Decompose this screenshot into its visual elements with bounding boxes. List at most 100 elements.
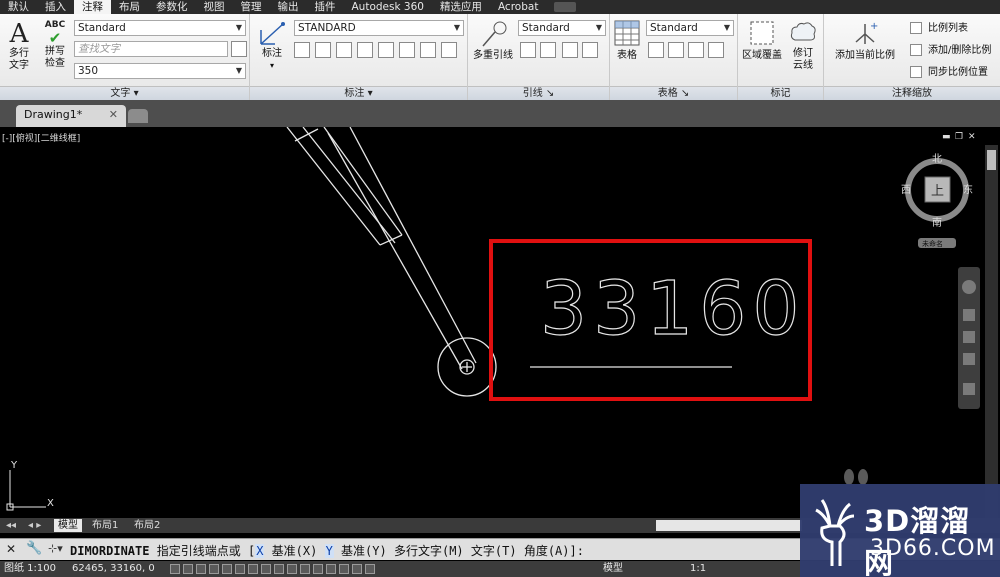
option-y[interactable]: 基准(Y) bbox=[341, 544, 387, 558]
menu-item-5[interactable]: 视图 bbox=[196, 0, 233, 14]
annotation-scale[interactable]: 1:1 bbox=[690, 562, 706, 576]
menu-item-4[interactable]: 参数化 bbox=[148, 0, 196, 14]
new-tab-button[interactable] bbox=[128, 109, 148, 123]
text-panel-title[interactable]: 文字 ▾ bbox=[0, 86, 249, 100]
dim-break-icon[interactable] bbox=[336, 42, 352, 58]
mtext-button[interactable]: A 多行 文字 bbox=[4, 20, 34, 72]
remove-leader-icon[interactable] bbox=[540, 42, 556, 58]
menu-item-9[interactable]: Autodesk 360 bbox=[344, 0, 432, 14]
find-replace-icon[interactable] bbox=[231, 41, 247, 57]
table-link-icon[interactable] bbox=[668, 42, 684, 58]
option-x[interactable]: 基准(X) bbox=[272, 544, 318, 558]
status-toggle-icon-3[interactable] bbox=[209, 564, 219, 574]
tab-model[interactable]: 模型 bbox=[54, 519, 82, 532]
menu-item-8[interactable]: 插件 bbox=[307, 0, 344, 14]
wcs-menu[interactable]: 未命名 bbox=[922, 239, 943, 248]
dim-jog-icon[interactable] bbox=[441, 42, 457, 58]
dim-baseline-icon[interactable] bbox=[294, 42, 310, 58]
horizontal-scrollbar[interactable] bbox=[656, 520, 802, 531]
status-toggle-icon-14[interactable] bbox=[352, 564, 362, 574]
compass-east[interactable]: 东 bbox=[963, 183, 973, 196]
status-toggle-icon-13[interactable] bbox=[339, 564, 349, 574]
option-mtext[interactable]: 多行文字(M) bbox=[394, 544, 464, 558]
sync-scale-position-button[interactable]: 同步比例位置 bbox=[928, 67, 988, 79]
dim-continue-icon[interactable] bbox=[315, 42, 331, 58]
text-height-combo[interactable]: 350 ▼ bbox=[74, 63, 246, 79]
menu-item-11[interactable]: Acrobat bbox=[490, 0, 547, 14]
status-toggle-icon-9[interactable] bbox=[287, 564, 297, 574]
leader-style-combo[interactable]: Standard ▼ bbox=[518, 20, 606, 36]
option-x-key[interactable]: X bbox=[255, 544, 265, 558]
add-leader-icon[interactable] bbox=[520, 42, 536, 58]
status-toggle-icon-6[interactable] bbox=[248, 564, 258, 574]
menu-item-2[interactable]: 注释 bbox=[74, 0, 111, 14]
add-delete-scale-button[interactable]: 添加/删除比例 bbox=[928, 45, 991, 57]
tab-nav-first-icon[interactable]: ◂◂ bbox=[2, 519, 20, 532]
dim-space-icon[interactable] bbox=[378, 42, 394, 58]
spell-check-button[interactable]: ABC ✔ 拼写 检查 bbox=[38, 20, 72, 70]
dim-inspect-icon[interactable] bbox=[399, 42, 415, 58]
table-extract-icon[interactable] bbox=[648, 42, 664, 58]
table-button[interactable]: 表格 bbox=[612, 20, 642, 62]
status-toggle-icon-15[interactable] bbox=[365, 564, 375, 574]
ribbon-toggle-icon[interactable] bbox=[554, 2, 577, 12]
menu-item-0[interactable]: 默认 bbox=[0, 0, 37, 14]
option-text[interactable]: 文字(T) bbox=[471, 544, 517, 558]
close-icon[interactable]: ✕ bbox=[6, 542, 16, 556]
menu-item-7[interactable]: 输出 bbox=[270, 0, 307, 14]
status-toggle-icon-4[interactable] bbox=[222, 564, 232, 574]
status-toggle-icon-8[interactable] bbox=[274, 564, 284, 574]
menu-item-3[interactable]: 布局 bbox=[111, 0, 148, 14]
revision-cloud-button[interactable]: 修订 云线 bbox=[786, 20, 820, 72]
align-leader-icon[interactable] bbox=[562, 42, 578, 58]
viewcube-top[interactable]: 上 bbox=[931, 184, 944, 199]
wipeout-button[interactable]: 区域覆盖 bbox=[740, 20, 784, 62]
option-angle[interactable]: 角度(A) bbox=[524, 544, 570, 558]
tab-layout2[interactable]: 布局2 bbox=[130, 519, 164, 532]
text-style-combo[interactable]: Standard ▼ bbox=[74, 20, 246, 36]
vertical-scrollbar[interactable] bbox=[985, 145, 998, 518]
menu-item-1[interactable]: 插入 bbox=[37, 0, 74, 14]
status-toggle-icon-11[interactable] bbox=[313, 564, 323, 574]
tab-nav-prev-icon[interactable]: ◂ ▸ bbox=[24, 519, 45, 532]
dim-adjust-icon[interactable] bbox=[357, 42, 373, 58]
close-icon[interactable]: ✕ bbox=[109, 105, 118, 125]
leader-panel-title[interactable]: 引线 ↘ bbox=[468, 86, 609, 100]
viewcube[interactable]: 上 北 南 东 西 未命名 bbox=[901, 153, 973, 248]
table-panel-title[interactable]: 表格 ↘ bbox=[610, 86, 737, 100]
tab-layout1[interactable]: 布局1 bbox=[88, 519, 122, 532]
status-toggle-icon-5[interactable] bbox=[235, 564, 245, 574]
collect-leader-icon[interactable] bbox=[582, 42, 598, 58]
multileader-button[interactable]: 多重引线 bbox=[470, 20, 516, 62]
scale-list-button[interactable]: 比例列表 bbox=[928, 23, 968, 35]
dimension-text[interactable]: 33160 bbox=[539, 265, 805, 352]
scrollbar-thumb[interactable] bbox=[987, 150, 996, 170]
status-toggle-icon-7[interactable] bbox=[261, 564, 271, 574]
add-current-scale-button[interactable]: + 添加当前比例 bbox=[830, 20, 900, 62]
compass-south[interactable]: 南 bbox=[932, 216, 942, 229]
markup-panel-title[interactable]: 标记 bbox=[738, 86, 823, 100]
table-upload-icon[interactable] bbox=[708, 42, 724, 58]
status-toggle-icon-0[interactable] bbox=[170, 564, 180, 574]
dimension-button[interactable]: 标注 ▾ bbox=[254, 20, 290, 72]
document-tab[interactable]: Drawing1* ✕ bbox=[16, 105, 126, 127]
compass-west[interactable]: 西 bbox=[901, 185, 911, 196]
coordinates-readout[interactable]: 62465, 33160, 0 bbox=[72, 562, 155, 576]
annotation-scaling-panel-title[interactable]: 注释缩放 bbox=[824, 86, 1000, 100]
status-toggle-icon-2[interactable] bbox=[196, 564, 206, 574]
option-y-key[interactable]: Y bbox=[324, 544, 334, 558]
drawing-scale[interactable]: 图纸 1:100 bbox=[4, 562, 56, 576]
status-toggle-icon-10[interactable] bbox=[300, 564, 310, 574]
status-toggle-icon-12[interactable] bbox=[326, 564, 336, 574]
find-text-input[interactable]: 查找文字 bbox=[74, 41, 228, 57]
model-space-toggle[interactable]: 模型 bbox=[603, 562, 623, 576]
dim-style-combo[interactable]: STANDARD ▼ bbox=[294, 20, 464, 36]
wrench-icon[interactable]: 🔧 bbox=[26, 541, 42, 556]
table-download-icon[interactable] bbox=[688, 42, 704, 58]
dim-update-icon[interactable] bbox=[420, 42, 436, 58]
status-toggle-icon-1[interactable] bbox=[183, 564, 193, 574]
compass-north[interactable]: 北 bbox=[932, 153, 942, 165]
dimension-panel-title[interactable]: 标注 ▾ bbox=[250, 86, 467, 100]
table-style-combo[interactable]: Standard ▼ bbox=[646, 20, 734, 36]
menu-item-6[interactable]: 管理 bbox=[233, 0, 270, 14]
